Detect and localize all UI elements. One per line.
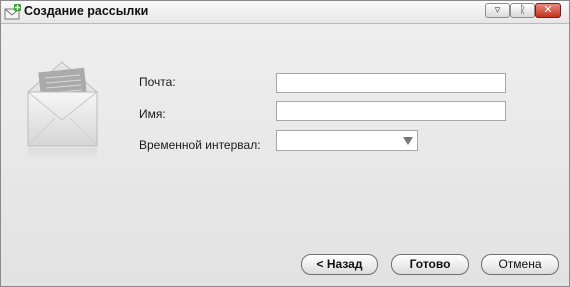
close-icon: ✕	[543, 4, 553, 16]
minimize-button[interactable]: ▿	[485, 3, 510, 18]
window-title: Создание рассылки	[24, 4, 149, 18]
interval-select[interactable]	[276, 130, 418, 151]
minimize-icon: ▿	[494, 4, 501, 16]
restore-icon: ᚱ	[519, 4, 526, 16]
dialog-window: Создание рассылки ▿ ᚱ ✕ Почта: Имя: Врем…	[0, 0, 570, 287]
name-input[interactable]	[276, 101, 506, 121]
interval-label: Временной интервал:	[139, 138, 261, 152]
mail-add-icon	[4, 4, 21, 20]
chevron-down-icon	[403, 137, 413, 145]
cancel-button[interactable]: Отмена	[481, 254, 559, 275]
email-input[interactable]	[276, 73, 506, 93]
done-button[interactable]: Готово	[391, 254, 469, 275]
email-label: Почта:	[139, 75, 176, 89]
name-label: Имя:	[139, 107, 166, 121]
restore-button[interactable]: ᚱ	[510, 3, 535, 18]
close-button[interactable]: ✕	[535, 3, 561, 18]
open-envelope-icon	[26, 61, 99, 166]
back-button[interactable]: < Назад	[301, 254, 378, 275]
title-bar[interactable]: Создание рассылки ▿ ᚱ ✕	[1, 1, 569, 24]
